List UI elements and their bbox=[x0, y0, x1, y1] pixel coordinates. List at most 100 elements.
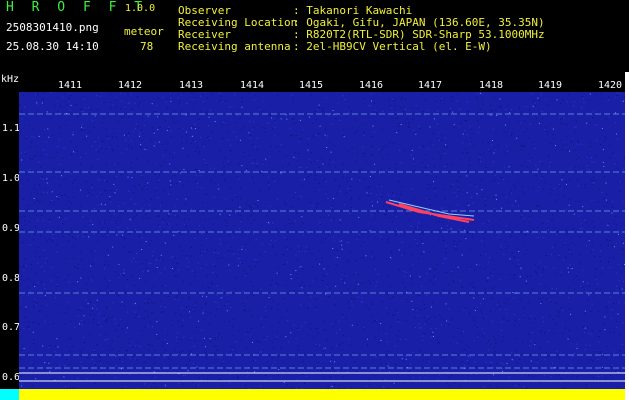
noise-speckle bbox=[281, 173, 282, 175]
noise-speckle bbox=[185, 226, 187, 228]
noise-speckle bbox=[254, 259, 256, 260]
noise-speckle bbox=[372, 125, 374, 127]
noise-speckle bbox=[39, 166, 41, 168]
noise-speckle bbox=[206, 164, 208, 166]
noise-speckle bbox=[153, 303, 155, 305]
noise-speckle bbox=[529, 221, 530, 223]
noise-speckle bbox=[120, 273, 122, 275]
noise-speckle bbox=[490, 311, 491, 312]
noise-speckle bbox=[601, 353, 603, 355]
noise-speckle bbox=[442, 207, 444, 209]
noise-speckle bbox=[50, 117, 52, 119]
noise-speckle bbox=[501, 341, 503, 343]
noise-speckle bbox=[303, 178, 305, 180]
noise-speckle bbox=[424, 98, 426, 100]
noise-speckle bbox=[346, 192, 348, 194]
noise-speckle bbox=[415, 133, 417, 135]
noise-speckle bbox=[81, 111, 83, 113]
noise-speckle bbox=[228, 264, 230, 266]
noise-speckle bbox=[450, 96, 452, 98]
noise-speckle bbox=[370, 173, 372, 175]
noise-speckle bbox=[321, 186, 323, 188]
noise-speckle bbox=[325, 199, 326, 201]
noise-speckle bbox=[523, 131, 525, 133]
noise-speckle bbox=[227, 250, 229, 252]
noise-speckle bbox=[499, 308, 501, 310]
noise-speckle bbox=[83, 127, 85, 129]
noise-speckle bbox=[156, 321, 158, 323]
noise-speckle bbox=[237, 141, 239, 143]
noise-speckle bbox=[446, 146, 448, 148]
noise-speckle bbox=[598, 341, 600, 343]
noise-speckle bbox=[228, 160, 230, 162]
noise-speckle bbox=[27, 367, 29, 369]
noise-speckle bbox=[188, 155, 190, 157]
noise-speckle bbox=[167, 98, 169, 100]
noise-speckle bbox=[276, 207, 278, 209]
noise-speckle bbox=[495, 149, 497, 151]
noise-speckle bbox=[488, 220, 490, 222]
noise-speckle bbox=[241, 246, 243, 248]
noise-speckle bbox=[50, 201, 52, 203]
noise-speckle bbox=[57, 217, 59, 219]
noise-speckle bbox=[381, 196, 383, 198]
noise-speckle bbox=[206, 381, 208, 383]
noise-speckle bbox=[601, 375, 603, 377]
noise-speckle bbox=[339, 222, 341, 224]
noise-speckle bbox=[405, 286, 406, 288]
noise-speckle bbox=[132, 124, 134, 126]
noise-speckle bbox=[603, 323, 605, 325]
noise-speckle bbox=[155, 190, 157, 192]
noise-speckle bbox=[115, 329, 117, 331]
noise-speckle bbox=[487, 322, 489, 324]
noise-speckle bbox=[379, 151, 381, 153]
noise-speckle bbox=[566, 183, 567, 185]
noise-speckle bbox=[46, 240, 48, 242]
noise-speckle bbox=[565, 144, 567, 146]
noise-speckle bbox=[47, 229, 49, 231]
noise-speckle bbox=[175, 167, 177, 169]
noise-speckle bbox=[616, 289, 618, 291]
noise-speckle bbox=[442, 235, 444, 237]
noise-speckle bbox=[595, 154, 597, 156]
noise-speckle bbox=[602, 161, 604, 163]
noise-speckle bbox=[418, 222, 420, 224]
noise-speckle bbox=[552, 363, 554, 365]
noise-speckle bbox=[242, 302, 244, 304]
noise-speckle bbox=[23, 106, 25, 108]
noise-speckle bbox=[303, 382, 305, 383]
noise-speckle bbox=[205, 346, 207, 348]
noise-speckle bbox=[116, 189, 118, 190]
noise-speckle bbox=[442, 188, 444, 190]
noise-speckle bbox=[561, 149, 563, 151]
noise-speckle bbox=[450, 228, 452, 230]
noise-speckle bbox=[539, 297, 541, 299]
noise-speckle bbox=[101, 176, 103, 178]
noise-speckle bbox=[546, 134, 548, 135]
noise-speckle bbox=[297, 245, 299, 247]
noise-speckle bbox=[255, 247, 257, 249]
noise-speckle bbox=[82, 268, 84, 270]
noise-speckle bbox=[28, 221, 30, 223]
noise-speckle bbox=[496, 386, 498, 388]
noise-speckle bbox=[150, 140, 152, 142]
noise-speckle bbox=[99, 145, 101, 147]
noise-speckle bbox=[601, 127, 603, 129]
noise-speckle bbox=[427, 109, 429, 111]
noise-speckle bbox=[600, 244, 602, 246]
noise-speckle bbox=[550, 253, 552, 255]
noise-speckle bbox=[476, 99, 478, 101]
noise-speckle bbox=[283, 201, 285, 203]
noise-speckle bbox=[285, 114, 287, 116]
noise-speckle bbox=[230, 306, 232, 308]
noise-speckle bbox=[38, 161, 40, 163]
noise-speckle bbox=[581, 270, 583, 272]
noise-speckle bbox=[528, 318, 530, 320]
noise-speckle bbox=[542, 271, 544, 273]
noise-speckle bbox=[40, 281, 42, 283]
noise-speckle bbox=[382, 146, 384, 148]
noise-speckle bbox=[77, 268, 79, 270]
noise-speckle bbox=[157, 116, 159, 118]
noise-speckle bbox=[372, 219, 374, 221]
noise-speckle bbox=[171, 256, 172, 258]
